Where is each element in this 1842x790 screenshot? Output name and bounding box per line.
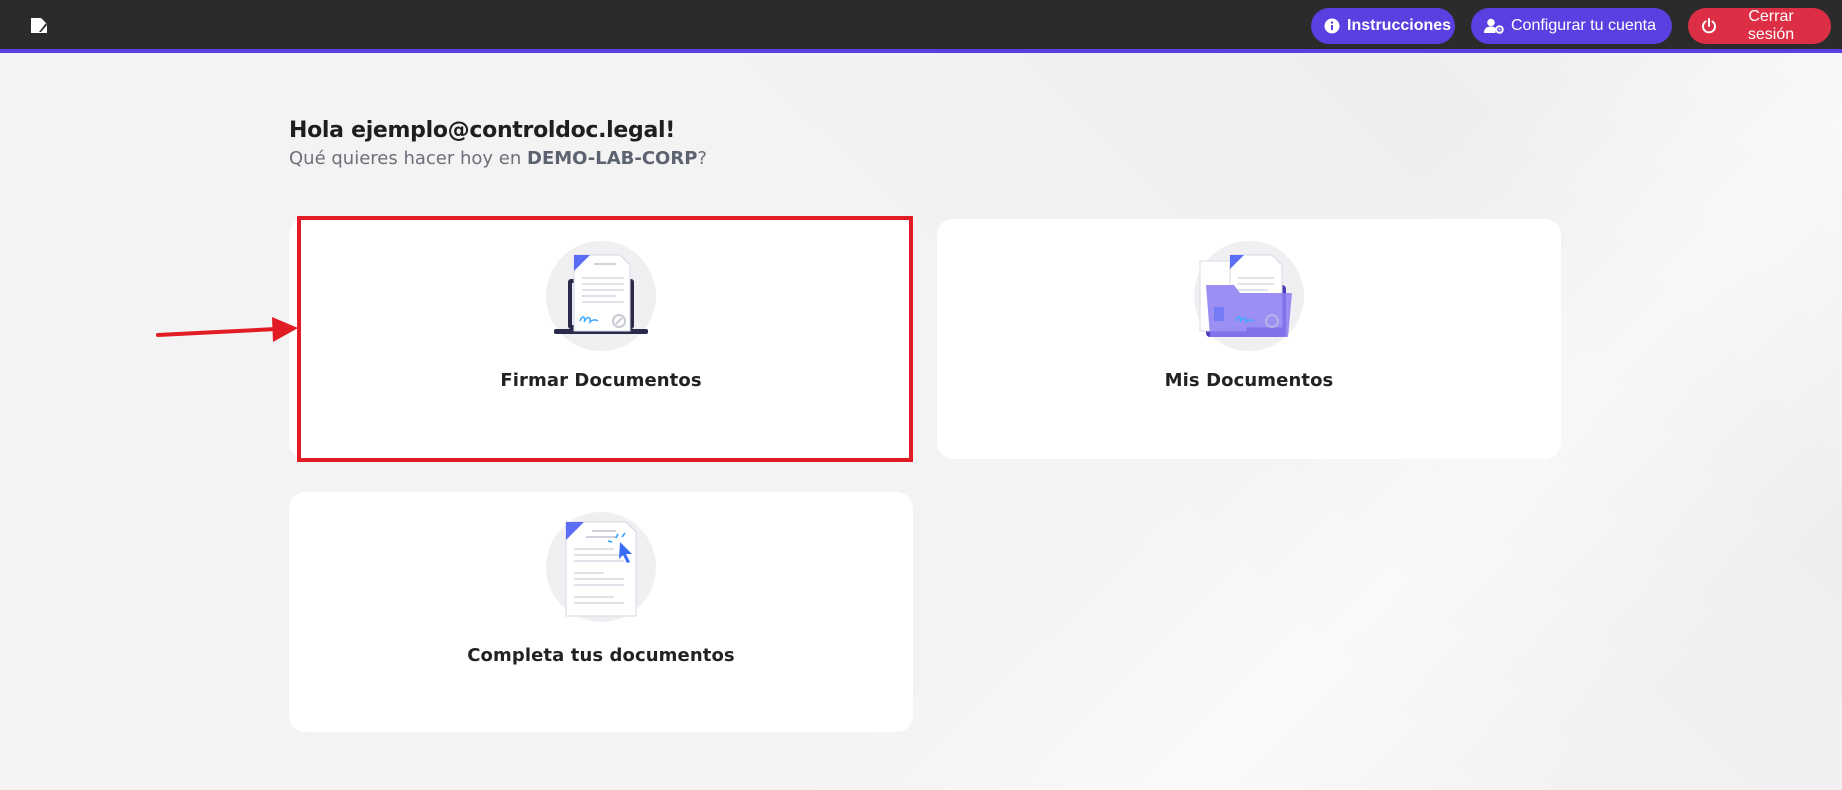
info-circle-icon (1324, 18, 1340, 34)
logout-label: Cerrar sesión (1747, 8, 1795, 43)
user-gear-icon (1484, 18, 1504, 34)
card-mis-documentos[interactable]: Mis Documentos (937, 219, 1561, 459)
card-firmar-documentos[interactable]: Firmar Documentos (289, 219, 913, 459)
background (0, 0, 1842, 790)
document-folder-icon (1194, 241, 1304, 355)
organization-name: DEMO-LAB-CORP (527, 148, 698, 169)
document-logo-icon[interactable] (30, 17, 48, 34)
power-icon (1702, 18, 1716, 34)
document-click-icon (546, 512, 656, 626)
card-label-firmar: Firmar Documentos (500, 370, 702, 391)
greeting-subtitle-suffix: ? (697, 148, 707, 169)
configure-account-button[interactable]: Configurar tu cuenta (1471, 8, 1672, 44)
top-navbar: Instrucciones Configurar tu cuenta Cerra… (0, 0, 1842, 53)
logout-button[interactable]: Cerrar sesión (1688, 8, 1831, 44)
instructions-label: Instrucciones (1347, 17, 1452, 34)
card-label-mis: Mis Documentos (1164, 370, 1334, 391)
sign-document-laptop-icon (546, 241, 656, 355)
greeting-title: Hola ejemplo@controldoc.legal! (289, 118, 676, 143)
greeting-subtitle-prefix: Qué quieres hacer hoy en (289, 148, 527, 169)
card-label-completa: Completa tus documentos (467, 645, 735, 666)
red-arrow-icon (156, 312, 301, 352)
greeting-subtitle: Qué quieres hacer hoy en DEMO-LAB-CORP? (289, 148, 707, 169)
configure-account-label: Configurar tu cuenta (1511, 17, 1656, 34)
card-completa-documentos[interactable]: Completa tus documentos (289, 492, 913, 732)
instructions-button[interactable]: Instrucciones (1311, 8, 1455, 44)
